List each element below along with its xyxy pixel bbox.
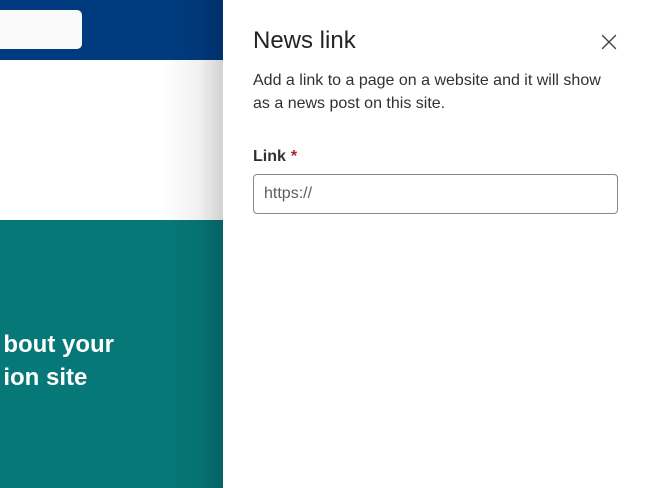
close-button[interactable] xyxy=(594,27,624,57)
hero-text-line-2: ion site xyxy=(3,364,88,391)
background-site: bout your ion site xyxy=(0,0,223,488)
required-marker: * xyxy=(290,148,298,165)
panel-description: Add a link to a page on a website and it… xyxy=(253,72,601,112)
link-label-text: Link xyxy=(253,148,286,165)
hero-banner: bout your ion site xyxy=(0,220,223,488)
site-header xyxy=(0,0,223,60)
hero-text-line-1: bout your xyxy=(3,331,114,358)
news-link-panel: News link Add a link to a page on a webs… xyxy=(223,0,648,488)
link-field-label: Link * xyxy=(253,146,297,168)
close-icon xyxy=(601,34,617,50)
link-input[interactable] xyxy=(253,174,618,214)
panel-title: News link xyxy=(253,27,356,54)
page: bout your ion site News link Add a link … xyxy=(0,0,648,488)
search-box[interactable] xyxy=(0,10,82,49)
hero-text: bout your ion site xyxy=(3,328,114,394)
